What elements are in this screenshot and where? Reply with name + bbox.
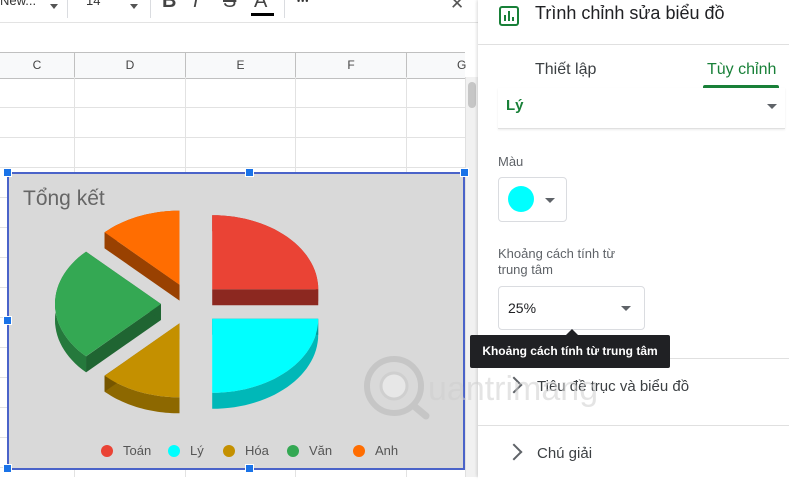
legend-swatch xyxy=(353,445,365,457)
column-header-e[interactable]: E xyxy=(186,53,296,78)
distance-dropdown-value: 25% xyxy=(508,300,537,316)
column-header-row: C D E F G xyxy=(0,52,466,79)
distance-label: Khoảng cách tính từ trung tâm xyxy=(498,246,616,277)
column-header-f[interactable]: F xyxy=(296,53,407,78)
pie-chart-svg xyxy=(55,210,319,414)
font-name-caret-icon[interactable] xyxy=(50,4,58,9)
section-label: Chú giải xyxy=(537,445,593,462)
color-label: Màu xyxy=(498,154,524,169)
font-size-caret-icon[interactable] xyxy=(130,4,138,9)
color-swatch xyxy=(508,186,534,212)
series-dropdown[interactable]: Lý xyxy=(498,88,785,129)
column-header-g[interactable]: G xyxy=(407,53,478,78)
column-header-c[interactable]: C xyxy=(0,53,75,78)
chart-editor-icon xyxy=(499,6,519,26)
grid-line xyxy=(0,167,465,168)
resize-handle[interactable] xyxy=(3,316,12,325)
column-header-d[interactable]: D xyxy=(75,53,186,78)
legend-label: Lý xyxy=(190,443,204,458)
pie-slice-wall xyxy=(212,289,319,306)
formula-bar-area xyxy=(0,23,478,52)
pie-slice-Toán[interactable] xyxy=(212,215,319,290)
toolbar-divider xyxy=(67,0,68,18)
strikethrough-button[interactable]: S xyxy=(223,0,236,13)
panel-header: Trình chỉnh sửa biểu đồ xyxy=(478,0,789,45)
chevron-down-icon xyxy=(767,104,777,109)
legend-swatch xyxy=(223,445,235,457)
legend-label: Toán xyxy=(123,443,152,458)
toolbar: New... 14 B I S A ••• ✕ xyxy=(0,0,478,23)
font-size-select[interactable]: 14 xyxy=(86,0,100,8)
tab-customize[interactable]: Tùy chỉnh xyxy=(707,61,776,79)
legend-label: Văn xyxy=(309,443,333,458)
resize-handle[interactable] xyxy=(245,168,254,177)
legend-label: Anh xyxy=(375,443,399,458)
more-options-icon[interactable]: ••• xyxy=(297,0,309,6)
tab-setup[interactable]: Thiết lập xyxy=(535,61,596,79)
italic-button[interactable]: I xyxy=(193,0,199,13)
font-name-select[interactable]: New... xyxy=(0,0,36,8)
watermark-logo: uantrimang xyxy=(364,356,598,420)
pie-chart[interactable]: Tổng kết Toán Lý Hóa Văn Anh xyxy=(3,168,469,473)
legend-label: Hóa xyxy=(245,443,269,458)
scrollbar-thumb[interactable] xyxy=(468,82,476,108)
legend-swatch xyxy=(168,445,180,457)
resize-handle[interactable] xyxy=(3,464,12,473)
text-color-button[interactable]: A xyxy=(254,0,267,13)
resize-handle[interactable] xyxy=(245,464,254,473)
section-legend[interactable]: Chú giải xyxy=(478,425,789,484)
watermark-text: uantrimang xyxy=(428,370,598,408)
series-dropdown-value: Lý xyxy=(506,97,524,114)
bold-button[interactable]: B xyxy=(162,0,176,13)
legend-swatch xyxy=(101,445,113,457)
close-icon[interactable]: ✕ xyxy=(450,0,464,14)
grid-line xyxy=(0,137,465,138)
chevron-down-icon xyxy=(621,306,631,311)
grid-line xyxy=(0,107,465,108)
legend-swatch xyxy=(287,445,299,457)
pie-slice-Lý[interactable] xyxy=(212,318,319,393)
chevron-right-icon xyxy=(505,443,523,461)
resize-handle[interactable] xyxy=(460,168,469,177)
toolbar-divider xyxy=(284,0,285,18)
resize-handle[interactable] xyxy=(3,168,12,177)
chevron-down-icon xyxy=(545,198,555,203)
text-color-bar xyxy=(251,13,274,16)
distance-dropdown[interactable]: 25% xyxy=(498,286,645,330)
toolbar-divider xyxy=(150,0,151,18)
color-picker-button[interactable] xyxy=(498,177,567,222)
panel-title: Trình chỉnh sửa biểu đồ xyxy=(535,3,725,23)
